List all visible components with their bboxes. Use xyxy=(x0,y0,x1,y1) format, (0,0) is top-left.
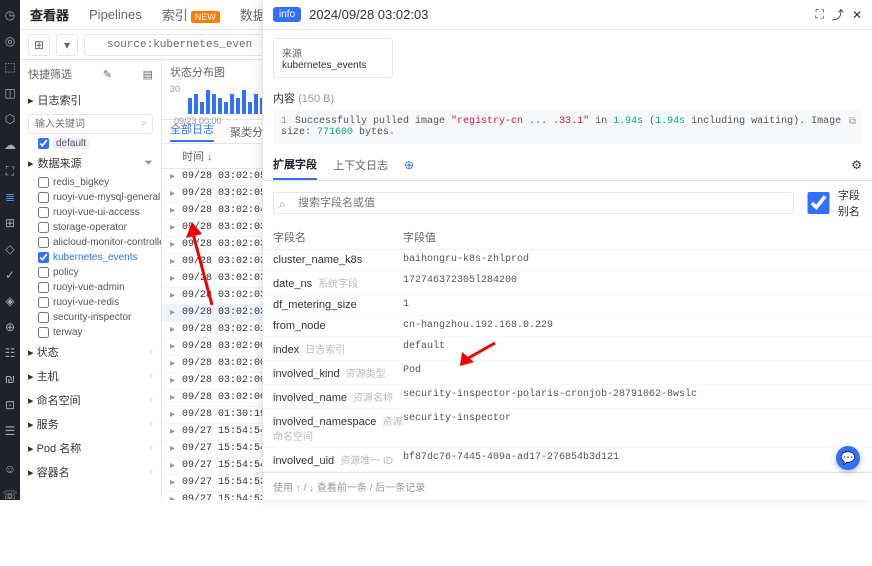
detail-panel: info 2024/09/28 03:02:03 ⛶ ⤴ ✕ 来源 kubern… xyxy=(262,0,872,500)
export-icon[interactable]: ⤴ xyxy=(832,6,844,23)
chart-bar xyxy=(188,98,192,114)
source-item[interactable]: ruoyi-vue-admin xyxy=(20,280,161,295)
field-row[interactable]: index日志索引default xyxy=(263,337,872,361)
subtab-all-logs[interactable]: 全部日志 xyxy=(170,121,214,142)
source-item[interactable]: storage-operator xyxy=(20,220,161,235)
collapse-icon[interactable]: ⟨ xyxy=(3,552,17,566)
rail-icon[interactable]: ⊕ xyxy=(3,320,17,334)
rail-icon[interactable]: ☰ xyxy=(3,424,17,438)
level-chip: info xyxy=(273,7,301,22)
funnel-icon[interactable]: ⏷ xyxy=(144,157,153,170)
filter-dropdown-button[interactable]: ▾ xyxy=(56,34,78,56)
help-icon[interactable]: ? xyxy=(3,514,17,528)
rail-icon[interactable]: ◫ xyxy=(3,86,17,100)
settings-icon[interactable]: ⚙ xyxy=(851,158,862,172)
chart-bar xyxy=(200,102,204,114)
field-row[interactable]: involved_namespace资源命名空间security-inspect… xyxy=(263,409,872,448)
chart-bar xyxy=(224,102,228,114)
rail-icon[interactable]: ☁ xyxy=(3,138,17,152)
field-row[interactable]: involved_name资源名称security-inspector-pola… xyxy=(263,385,872,409)
chk-default[interactable] xyxy=(38,138,49,149)
filter-source-button[interactable]: ⊞ xyxy=(28,34,50,56)
field-row[interactable]: involved_uid资源唯一 IDbf87dc76-7445-409a-ad… xyxy=(263,448,872,472)
chart-bar xyxy=(218,98,222,114)
field-row[interactable]: date_ns系统字段172746372305l284200 xyxy=(263,271,872,295)
section-data-source[interactable]: ▸ 数据来源 ⏷ xyxy=(20,151,161,175)
close-icon[interactable]: ✕ xyxy=(852,8,862,22)
tab-pipelines[interactable]: Pipelines xyxy=(87,7,144,22)
rail-icon[interactable]: ✓ xyxy=(3,268,17,282)
tab-index[interactable]: 索引NEW xyxy=(160,5,222,24)
list-icon[interactable]: ▤ xyxy=(143,68,153,81)
field-row[interactable]: cluster_name_k8sbaihongru-k8s-zhlprod xyxy=(263,250,872,271)
rail-icon[interactable]: ₪ xyxy=(3,372,17,386)
rail-icon[interactable]: ◎ xyxy=(3,34,17,48)
expand-icon[interactable]: ⛶ xyxy=(816,7,824,22)
quick-filter-label: 快捷筛选 xyxy=(28,66,72,82)
filter-section[interactable]: ▸ 服务› xyxy=(20,412,161,436)
source-item[interactable]: kubernetes_events xyxy=(20,250,161,265)
chart-bar xyxy=(194,94,198,114)
rail-icon-logs[interactable]: ≣ xyxy=(3,190,17,204)
filter-section[interactable]: ▸ 命名空间› xyxy=(20,388,161,412)
rail-icon[interactable]: ⛶ xyxy=(3,164,17,178)
keyword-input[interactable] xyxy=(28,114,153,134)
rail-icon[interactable]: ◷ xyxy=(3,8,17,22)
detail-title: 2024/09/28 03:02:03 xyxy=(309,7,807,22)
chart-bar xyxy=(236,98,240,114)
filter-section[interactable]: ▸ 容器名› xyxy=(20,460,161,484)
chart-bar xyxy=(248,102,252,114)
tab-viewer[interactable]: 查看器 xyxy=(28,5,71,24)
chart-bar xyxy=(230,94,234,114)
chat-fab[interactable]: 💬 xyxy=(836,446,860,470)
filter-section[interactable]: ▸ 主机› xyxy=(20,364,161,388)
chart-bar xyxy=(254,94,258,114)
rail-icon[interactable]: ⬡ xyxy=(3,112,17,126)
source-item[interactable]: ruoyi-vue-redis xyxy=(20,295,161,310)
filter-section[interactable]: ▸ Pod 名称› xyxy=(20,436,161,460)
field-row[interactable]: from_nodecn-hangzhou.192.168.0.229 xyxy=(263,316,872,337)
rail-icon[interactable]: ⬚ xyxy=(3,60,17,74)
chart-bar xyxy=(212,94,216,114)
source-item[interactable]: alicloud-monitor-controller xyxy=(20,235,161,250)
copy-icon[interactable]: ⧉ xyxy=(849,116,856,128)
tab-ext-fields[interactable]: 扩展字段 xyxy=(273,150,317,180)
source-item[interactable]: redis_bigkey xyxy=(20,175,161,190)
search-icon: ⌕ xyxy=(279,197,286,212)
source-item[interactable]: security-inspector xyxy=(20,310,161,325)
section-log-index[interactable]: ▸ 日志索引 xyxy=(20,88,161,112)
source-item[interactable]: policy xyxy=(20,265,161,280)
edit-icon[interactable]: ✎ xyxy=(103,68,112,81)
user-icon[interactable]: ☺ xyxy=(3,462,17,476)
field-search-input[interactable] xyxy=(273,192,794,214)
search-input[interactable] xyxy=(84,34,276,56)
source-item[interactable]: ruoyi-vue-mysql-general xyxy=(20,190,161,205)
source-item[interactable]: terway xyxy=(20,325,161,340)
rail-icon[interactable]: ◈ xyxy=(3,294,17,308)
field-row[interactable]: df_metering_size1 xyxy=(263,295,872,316)
tab-context-logs[interactable]: 上下文日志 xyxy=(333,151,388,179)
chart-bar xyxy=(206,90,210,114)
log-content: 1Successfully pulled image "registry-cn … xyxy=(273,110,862,144)
search-icon: ⌕ xyxy=(141,117,147,130)
filter-section[interactable]: ▸ 状态› xyxy=(20,340,161,364)
rail-icon[interactable]: ☷ xyxy=(3,346,17,360)
alias-toggle[interactable]: 字段别名 xyxy=(802,187,862,219)
left-nav-rail: ◷ ◎ ⬚ ◫ ⬡ ☁ ⛶ ≣ ⊞ ◇ ✓ ◈ ⊕ ☷ ₪ ⊡ ☰ ☺ ☏ ? … xyxy=(0,0,20,500)
rail-icon[interactable]: ◇ xyxy=(3,242,17,256)
detail-footer: 使用 ↑ / ↓ 查看前一条 / 后一条记录 xyxy=(263,472,872,500)
chart-bar xyxy=(242,90,246,114)
source-card: 来源 kubernetes_events xyxy=(273,38,393,78)
filter-sidebar: 快捷筛选 ✎ ▤ ▸ 日志索引 ⌕ default ▸ 数据来源 ⏷ redis… xyxy=(20,60,162,500)
rail-icon[interactable]: ⊞ xyxy=(3,216,17,230)
field-row[interactable]: involved_kind资源类型Pod xyxy=(263,361,872,385)
add-tab-icon[interactable]: ⊕ xyxy=(404,158,414,172)
rail-icon[interactable]: ⊡ xyxy=(3,398,17,412)
source-item[interactable]: ruoyi-vue-ui-access xyxy=(20,205,161,220)
